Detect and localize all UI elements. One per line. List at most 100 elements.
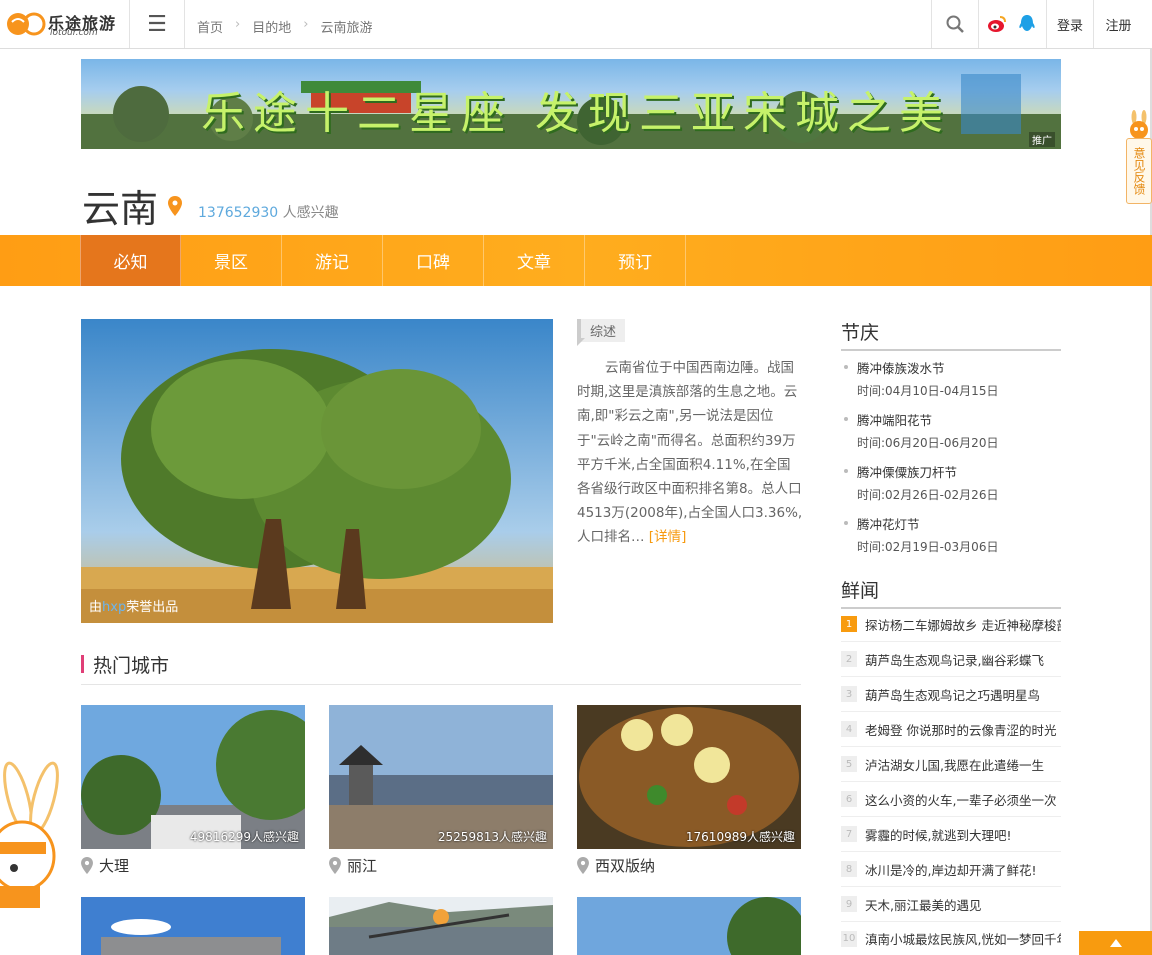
tab-reviews[interactable]: 口碑 bbox=[383, 235, 484, 286]
news-rank: 2 bbox=[841, 651, 857, 667]
news-link[interactable]: 天木,丽江最美的遇见 bbox=[865, 895, 981, 914]
news-link[interactable]: 老姆登 你说那时的云像青涩的时光 bbox=[865, 720, 1056, 739]
festival-item[interactable]: 腾冲傈僳族刀杆节 时间:02月26日-02月26日 bbox=[841, 462, 1061, 503]
news-rank: 7 bbox=[841, 826, 857, 842]
city-interest: 17610989人感兴趣 bbox=[685, 830, 795, 844]
festival-name[interactable]: 腾冲傣族泼水节 bbox=[841, 358, 1061, 377]
forest-photo bbox=[577, 897, 801, 955]
festival-item[interactable]: 腾冲端阳花节 时间:06月20日-06月20日 bbox=[841, 410, 1061, 451]
news-item[interactable]: 8 冰川是冷的,岸边却开满了鲜花! bbox=[841, 852, 1061, 887]
banner-headline: 乐途十二星座 发现三亚宋城之美 bbox=[201, 88, 951, 139]
top-bar: 乐途旅游 lotour.com ☰ 首页 › 目的地 › 云南旅游 登录 注册 bbox=[0, 0, 1152, 49]
news-link[interactable]: 这么小资的火车,一辈子必须坐一次 bbox=[865, 790, 1056, 809]
news-item[interactable]: 1 探访杨二车娜姆故乡 走近神秘摩梭部落 bbox=[841, 607, 1061, 642]
city-card[interactable]: 49816299人感兴趣 大理 bbox=[81, 705, 305, 876]
festivals-title: 节庆 bbox=[841, 318, 1061, 351]
rabbit-mascot-icon[interactable] bbox=[0, 758, 62, 908]
tab-booking[interactable]: 预订 bbox=[585, 235, 686, 286]
tree-photo bbox=[81, 319, 553, 623]
destination-nav: 必知 景区 游记 口碑 文章 预订 bbox=[0, 235, 1152, 286]
city-name[interactable]: 大理 bbox=[99, 855, 129, 876]
news-link[interactable]: 雾霾的时候,就逃到大理吧! bbox=[865, 825, 1012, 844]
city-card[interactable]: 17610989人感兴趣 西双版纳 bbox=[577, 705, 801, 876]
tab-scenic[interactable]: 景区 bbox=[181, 235, 282, 286]
tab-must-know[interactable]: 必知 bbox=[80, 235, 181, 286]
tag-corner bbox=[577, 338, 585, 346]
main-photo[interactable]: 由hxp荣誉出品 bbox=[81, 319, 553, 623]
arrow-up-icon bbox=[1109, 939, 1122, 947]
news-item[interactable]: 6 这么小资的火车,一辈子必须坐一次 bbox=[841, 782, 1061, 817]
news-rank: 10 bbox=[841, 930, 857, 947]
breadcrumb: 首页 › 目的地 › 云南旅游 bbox=[197, 17, 372, 36]
tab-travelogue[interactable]: 游记 bbox=[282, 235, 383, 286]
city-photo[interactable] bbox=[577, 897, 801, 955]
festival-name[interactable]: 腾冲端阳花节 bbox=[841, 410, 1061, 429]
hot-cities-header: 热门城市 bbox=[81, 651, 801, 685]
credit-prefix: 由 bbox=[89, 600, 103, 615]
city-name[interactable]: 丽江 bbox=[347, 855, 377, 876]
photo-credit: 由hxp荣誉出品 bbox=[89, 596, 178, 615]
search-button[interactable] bbox=[931, 0, 979, 48]
festival-time: 时间:02月26日-02月26日 bbox=[857, 488, 999, 502]
city-name-row: 大理 bbox=[81, 855, 305, 876]
breadcrumb-current[interactable]: 云南旅游 bbox=[320, 17, 372, 36]
back-to-top-button[interactable] bbox=[1079, 931, 1152, 955]
news-link[interactable]: 葫芦岛生态观鸟记之巧遇明星鸟 bbox=[865, 685, 1040, 704]
details-link[interactable]: [详情] bbox=[649, 529, 687, 545]
news-link[interactable]: 葫芦岛生态观鸟记录,幽谷彩蝶飞 bbox=[865, 650, 1044, 669]
news-item[interactable]: 4 老姆登 你说那时的云像青涩的时光 bbox=[841, 712, 1061, 747]
social-links bbox=[986, 13, 1038, 35]
news-item[interactable]: 2 葫芦岛生态观鸟记录,幽谷彩蝶飞 bbox=[841, 642, 1061, 677]
news-link[interactable]: 冰川是冷的,岸边却开满了鲜花! bbox=[865, 860, 1037, 879]
news-rank: 8 bbox=[841, 861, 857, 877]
ad-tag: 推广 bbox=[1029, 132, 1055, 147]
breadcrumb-home[interactable]: 首页 bbox=[197, 17, 223, 36]
chevron-right-icon: › bbox=[303, 17, 309, 32]
news-item[interactable]: 7 雾霾的时候,就逃到大理吧! bbox=[841, 817, 1061, 852]
news-item[interactable]: 3 葫芦岛生态观鸟记之巧遇明星鸟 bbox=[841, 677, 1061, 712]
city-photo[interactable] bbox=[81, 897, 305, 955]
location-pin-icon bbox=[329, 857, 341, 874]
festival-name[interactable]: 腾冲花灯节 bbox=[841, 514, 1061, 533]
feedback-label[interactable]: 意见反馈 bbox=[1126, 138, 1152, 204]
logo[interactable]: 乐途旅游 lotour.com bbox=[6, 8, 116, 40]
news-item[interactable]: 9 天木,丽江最美的遇见 bbox=[841, 887, 1061, 922]
festival-time: 时间:04月10日-04月15日 bbox=[857, 384, 999, 398]
overview-body: 云南省位于中国西南边陲。战国时期,这里是滇族部落的生息之地。云南,即"彩云之南"… bbox=[577, 360, 803, 546]
breadcrumb-destination[interactable]: 目的地 bbox=[252, 17, 291, 36]
festival-item[interactable]: 腾冲傣族泼水节 时间:04月10日-04月15日 bbox=[841, 358, 1061, 399]
festival-item[interactable]: 腾冲花灯节 时间:02月19日-03月06日 bbox=[841, 514, 1061, 555]
news-item[interactable]: 5 泸沽湖女儿国,我愿在此遣绻一生 bbox=[841, 747, 1061, 782]
city-interest: 49816299人感兴趣 bbox=[189, 830, 299, 844]
city-photo[interactable] bbox=[329, 897, 553, 955]
promo-banner[interactable]: 乐途十二星座 发现三亚宋城之美 推广 bbox=[81, 59, 1061, 149]
news-rank: 1 bbox=[841, 616, 857, 632]
city-card[interactable]: 25259813人感兴趣 丽江 bbox=[329, 705, 553, 876]
qq-icon[interactable] bbox=[1016, 13, 1038, 35]
logo-icon bbox=[7, 12, 46, 36]
credit-user[interactable]: hxp bbox=[102, 600, 126, 615]
news-item[interactable]: 10 滇南小城最炫民族风,恍如一梦回千年 bbox=[841, 922, 1061, 955]
login-link[interactable]: 登录 bbox=[1046, 0, 1093, 48]
city-name[interactable]: 西双版纳 bbox=[595, 855, 655, 876]
news-link[interactable]: 泸沽湖女儿国,我愿在此遣绻一生 bbox=[865, 755, 1044, 774]
interest-count: 137652930 人感兴趣 bbox=[198, 202, 339, 222]
news-rank: 3 bbox=[841, 686, 857, 702]
weibo-icon[interactable] bbox=[986, 13, 1008, 35]
interest-label: 人感兴趣 bbox=[282, 205, 339, 221]
location-pin-icon[interactable] bbox=[168, 196, 182, 216]
kayak-photo bbox=[329, 897, 553, 955]
news-title: 鲜闻 bbox=[841, 576, 1061, 609]
menu-button[interactable]: ☰ bbox=[129, 0, 185, 48]
news-rank: 6 bbox=[841, 791, 857, 807]
city-name-row: 丽江 bbox=[329, 855, 553, 876]
festival-name[interactable]: 腾冲傈僳族刀杆节 bbox=[841, 462, 1061, 481]
city-photo[interactable]: 25259813人感兴趣 bbox=[329, 705, 553, 849]
register-link[interactable]: 注册 bbox=[1093, 0, 1143, 48]
tab-articles[interactable]: 文章 bbox=[484, 235, 585, 286]
news-link[interactable]: 滇南小城最炫民族风,恍如一梦回千年 bbox=[865, 929, 1061, 948]
news-link[interactable]: 探访杨二车娜姆故乡 走近神秘摩梭部落 bbox=[865, 615, 1061, 634]
city-photo[interactable]: 17610989人感兴趣 bbox=[577, 705, 801, 849]
feedback-widget[interactable]: 意见反馈 bbox=[1126, 110, 1152, 205]
city-photo[interactable]: 49816299人感兴趣 bbox=[81, 705, 305, 849]
